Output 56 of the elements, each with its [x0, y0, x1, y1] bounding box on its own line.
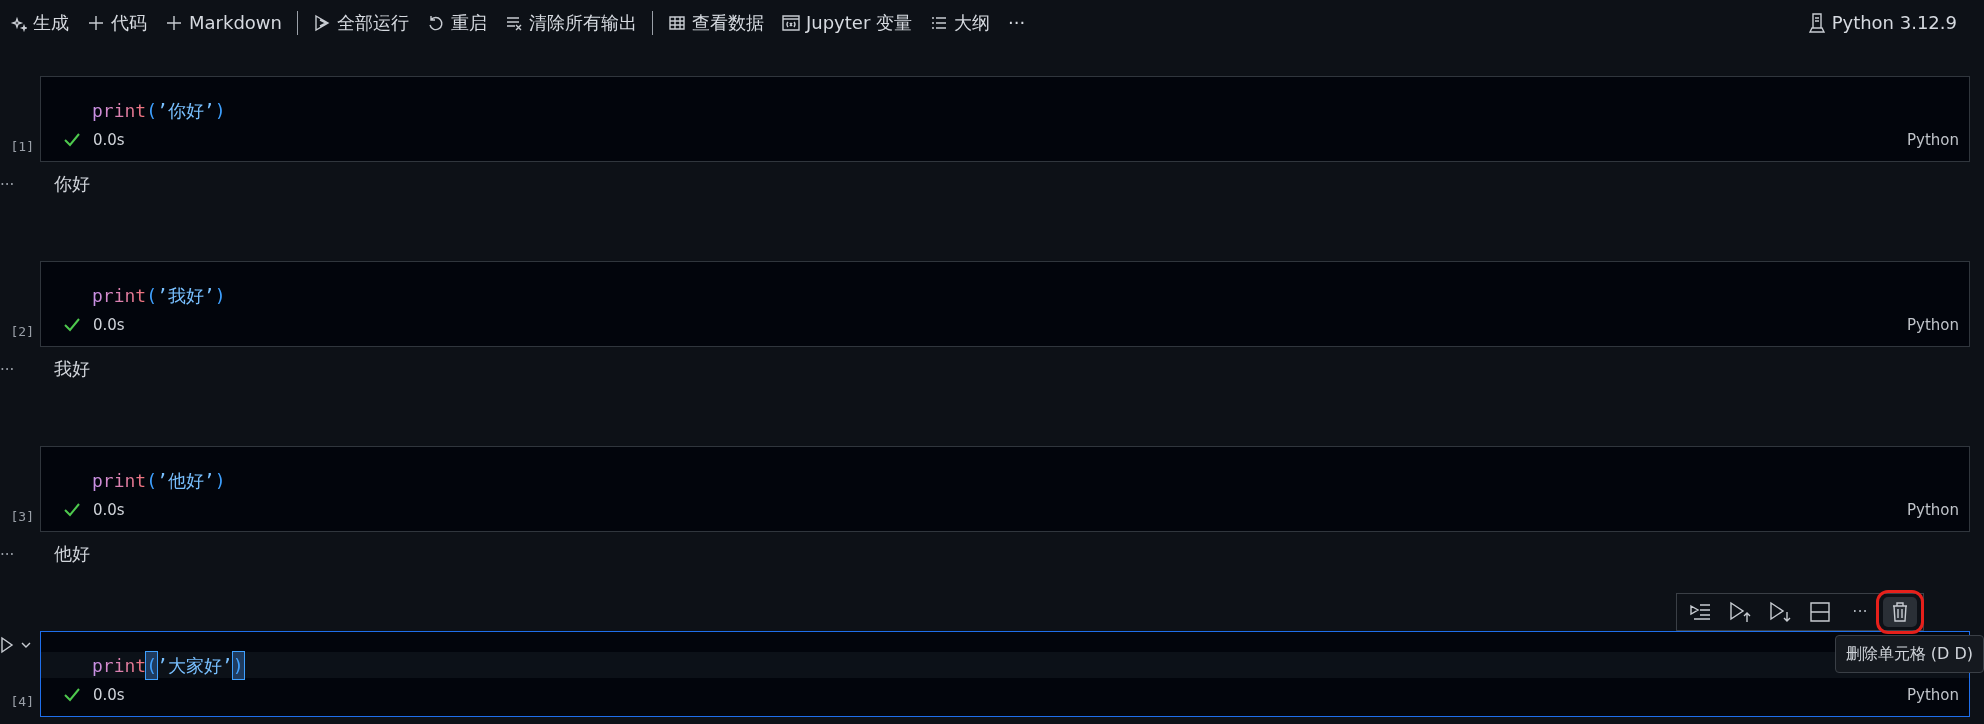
code-token: ’大家好’ — [157, 653, 233, 678]
toolbar-button[interactable]: Jupyter 变量 — [772, 5, 921, 40]
run-duration: 0.0s — [93, 684, 125, 706]
toolbar-button[interactable]: 全部运行 — [303, 5, 418, 40]
output-text: 你好 — [53, 172, 90, 196]
language-label[interactable]: Python — [1907, 128, 1959, 152]
toolbar-button[interactable]: 代码 — [78, 5, 156, 40]
code-token: ’他好’ — [157, 468, 215, 493]
code-token: ( — [146, 98, 158, 123]
language-label[interactable]: Python — [1907, 683, 1959, 707]
plus-icon — [87, 13, 105, 32]
execution-count: [3] — [10, 507, 34, 526]
toolbar-button[interactable]: 查看数据 — [658, 5, 773, 40]
code-token: ) — [214, 98, 226, 123]
output-menu[interactable]: ··· — [0, 347, 40, 446]
run-above-icon — [1728, 600, 1752, 624]
more-button[interactable]: ··· — [999, 5, 1035, 40]
variables-icon — [781, 13, 800, 32]
output-text: 他好 — [53, 542, 90, 566]
code-cell[interactable]: print(’他好’) 0.0s Python — [40, 446, 1970, 532]
tooltip: 删除单元格 (D D) — [1834, 635, 1984, 673]
output-text: 我好 — [53, 357, 90, 381]
kernel-icon — [1807, 12, 1826, 33]
code-token: ’你好’ — [157, 98, 215, 123]
plus-icon — [165, 13, 183, 32]
code-cell[interactable]: print(’我好’) 0.0s Python — [40, 261, 1970, 347]
table-icon — [667, 13, 686, 32]
output-menu[interactable]: ··· — [0, 162, 40, 261]
code-cell[interactable]: print(’你好’) 0.0s Python — [40, 76, 1970, 162]
run-duration: 0.0s — [93, 129, 125, 151]
toolbar-button[interactable]: 清除所有输出 — [495, 5, 646, 40]
toolbar-button[interactable]: Markdown — [156, 5, 291, 40]
code-token: ) — [232, 651, 244, 679]
code-token: ’我好’ — [157, 283, 215, 308]
toolbar-button[interactable]: 重启 — [417, 5, 496, 40]
more-button[interactable]: ··· — [1843, 597, 1877, 627]
execution-count: [2] — [10, 322, 34, 341]
code-token: ) — [214, 468, 226, 493]
run-duration: 0.0s — [93, 499, 125, 521]
code-token: ) — [214, 283, 226, 308]
run-duration: 0.0s — [93, 314, 125, 336]
run-icon — [312, 13, 331, 32]
code-token: ( — [146, 283, 158, 308]
output-menu[interactable]: ··· — [0, 532, 40, 631]
language-label[interactable]: Python — [1907, 498, 1959, 522]
toolbar-button[interactable]: 大纲 — [921, 5, 999, 40]
split-cell-icon — [1808, 600, 1832, 624]
execution-count: [1] — [10, 137, 34, 156]
toolbar-button[interactable]: 生成 — [0, 5, 78, 40]
language-label[interactable]: Python — [1907, 313, 1959, 337]
kernel-button[interactable]: Python 3.12.9 — [1798, 5, 1966, 40]
code-token: ( — [146, 468, 158, 493]
restart-icon — [426, 13, 445, 32]
execution-count: [4] — [10, 692, 34, 711]
run-below-icon — [1768, 600, 1792, 624]
code-token: ( — [146, 651, 158, 679]
